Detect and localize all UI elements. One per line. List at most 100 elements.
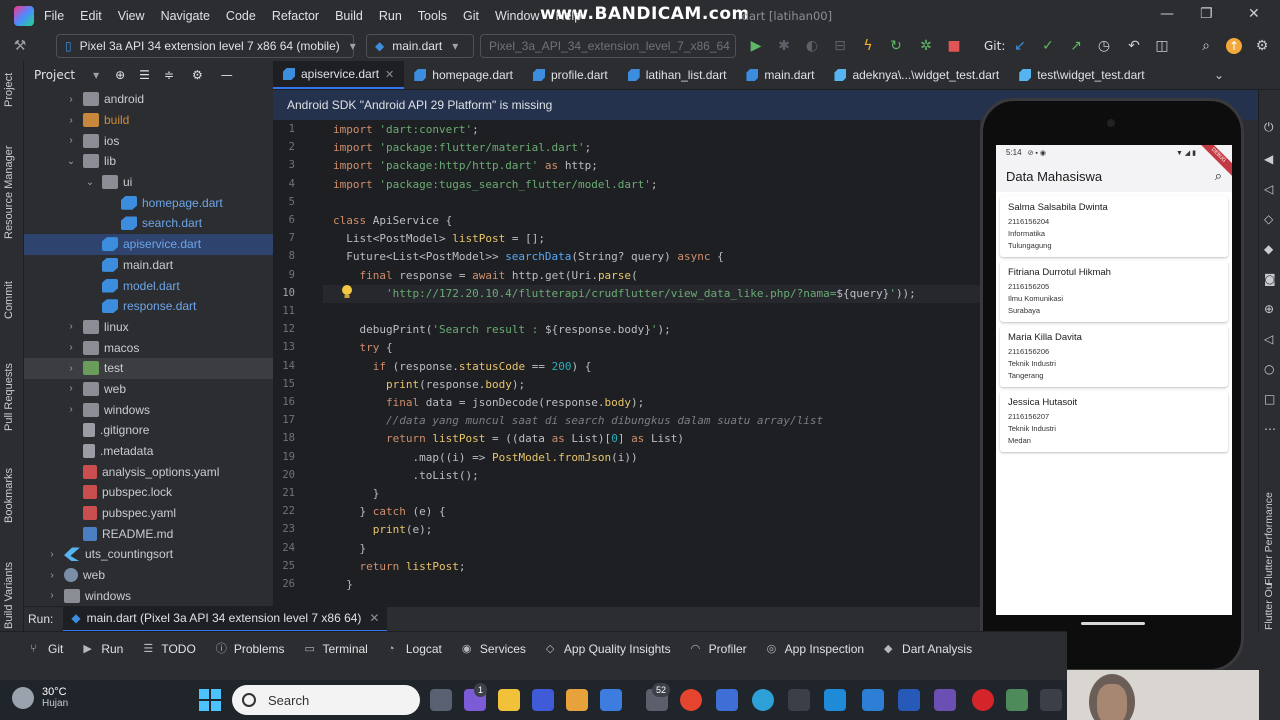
minimize-icon[interactable]: — [1160,6,1174,22]
tool-window-dart-analysis[interactable]: ◆ Dart Analysis [884,642,972,656]
tree-item[interactable]: search.dart [24,213,273,234]
taskbar-search[interactable]: Search [232,685,420,715]
tool-window-app-inspection[interactable]: ◎ App Inspection [767,642,864,656]
update-icon[interactable]: ↑ [1226,38,1242,54]
lightbulb-icon[interactable] [340,284,354,300]
attach-icon[interactable]: ⊟ [832,38,848,54]
windows-start-icon[interactable] [199,689,221,711]
search-icon[interactable]: ⌕ [1198,38,1214,54]
resource-manager-tool-tab[interactable]: Resource Manager [3,145,15,239]
tree-item[interactable]: › web [24,379,273,400]
close-tab-icon[interactable]: ✕ [385,68,394,81]
settings-icon[interactable]: ⚙ [192,68,203,82]
tree-item[interactable]: pubspec.yaml [24,503,273,524]
app-icon-2[interactable] [934,689,956,711]
home-icon[interactable]: ○ [1264,362,1274,376]
chevron-right-icon[interactable]: › [65,363,77,374]
run-config-selector[interactable]: ◆ main.dart ▾ [366,34,474,58]
tool-window-logcat[interactable]: ◔ Logcat [388,642,442,656]
menu-view[interactable]: View [118,9,145,23]
terminal-icon[interactable] [788,689,810,711]
zoom-icon[interactable]: ⊕ [1264,302,1274,316]
student-card[interactable]: Salma Salsabila Dwinta 2116156204 Informat… [1000,196,1228,257]
tool-window-run[interactable]: ▶ Run [83,642,123,656]
app-icon[interactable] [824,689,846,711]
rotate-left-icon[interactable]: ◇ [1264,212,1273,226]
menu-refactor[interactable]: Refactor [272,9,319,23]
menu-file[interactable]: File [44,9,64,23]
menu-window[interactable]: Window [495,9,539,23]
tree-item[interactable]: › linux [24,317,273,338]
search-icon[interactable]: ⌕ [1215,168,1222,184]
project-panel-title[interactable]: Project [34,68,75,82]
tool-window-services[interactable]: ◉ Services [462,642,526,656]
history-icon[interactable]: ◷ [1096,38,1112,54]
tree-item[interactable]: README.md [24,523,273,544]
tree-item[interactable]: › ios [24,130,273,151]
student-card[interactable]: Jessica Hutasoit 2116156207 Teknik Industr… [1000,391,1228,452]
tool-window-app-quality-insights[interactable]: ◇ App Quality Insights [546,642,671,656]
emulator-selector[interactable]: Pixel_3a_API_34_extension_level_7_x86_64 [480,34,736,58]
git-push-icon[interactable]: ↗ [1068,38,1084,54]
editor-tab[interactable]: homepage.dart [404,61,523,89]
hot-reload-icon[interactable]: ϟ [860,38,876,54]
tree-item[interactable]: › test [24,357,273,379]
chevron-right-icon[interactable]: › [65,383,77,394]
emulator-screen[interactable]: 5:14 ⊘ ▪ ◉ ▼ ◢ ▮ DEBUG Data Mahasiswa ⌕ … [996,145,1232,615]
chevron-right-icon[interactable]: › [65,404,77,415]
tool-window-problems[interactable]: ⓘ Problems [216,642,285,656]
bug-icon[interactable]: ✲ [918,38,934,54]
chevron-right-icon[interactable]: › [46,570,58,581]
tree-item[interactable]: › web [24,565,273,586]
tree-item[interactable]: .gitignore [24,420,273,441]
chevron-right-icon[interactable]: › [65,94,77,105]
chevron-right-icon[interactable]: › [46,549,58,560]
rollback-icon[interactable]: ↶ [1126,38,1142,54]
locate-icon[interactable]: ⊕ [115,68,125,82]
hide-icon[interactable]: — [221,68,233,82]
project-tool-tab[interactable]: Project [3,73,15,107]
tree-item[interactable]: ⌄ lib [24,151,273,172]
tool-window-profiler[interactable]: ◠ Profiler [691,642,747,656]
tree-item[interactable]: › android [24,89,273,110]
tree-item[interactable]: response.dart [24,296,273,317]
app-icon-3[interactable] [1040,689,1062,711]
menu-edit[interactable]: Edit [80,9,102,23]
editor-tab[interactable]: test\widget_test.dart [1009,61,1154,89]
run-tab[interactable]: ◆ main.dart (Pixel 3a API 34 extension l… [63,606,388,632]
chevron-down-icon[interactable]: ⌄ [65,156,77,167]
tool-window-terminal[interactable]: ▭ Terminal [305,642,368,656]
chevron-right-icon[interactable]: › [46,590,58,601]
settings-icon[interactable]: ⚙ [1254,38,1270,54]
menu-run[interactable]: Run [379,9,402,23]
hot-restart-icon[interactable]: ↻ [888,38,904,54]
volume-up-icon[interactable]: ◀ [1264,152,1273,166]
chrome-icon[interactable] [680,689,702,711]
word-icon[interactable] [898,689,920,711]
task-view-icon[interactable] [430,689,452,711]
tree-item[interactable]: › windows [24,586,273,607]
tree-item[interactable]: › build [24,110,273,131]
tree-item[interactable]: model.dart [24,275,273,296]
chevron-right-icon[interactable]: › [65,135,77,146]
rotate-right-icon[interactable]: ◆ [1264,242,1273,256]
git-commit-icon[interactable]: ✓ [1040,38,1056,54]
record-icon[interactable] [972,689,994,711]
close-icon[interactable]: ✕ [1248,6,1260,22]
back-icon[interactable]: ◁ [1264,332,1273,346]
bookmarks-tool-tab[interactable]: Bookmarks [3,468,15,523]
student-card[interactable]: Maria Killa Davita 2116156206 Teknik Indus… [1000,326,1228,387]
collapse-all-icon[interactable]: ☰ [139,68,150,82]
chevron-right-icon[interactable]: › [65,321,77,332]
menu-tools[interactable]: Tools [418,9,447,23]
file-explorer-icon[interactable] [498,689,520,711]
pull-requests-tool-tab[interactable]: Pull Requests [3,363,15,431]
build-variants-tool-tab[interactable]: Build Variants [3,562,15,629]
home-indicator[interactable] [1081,622,1145,625]
menu-code[interactable]: Code [226,9,256,23]
chevron-right-icon[interactable]: › [65,115,77,126]
tree-item[interactable]: homepage.dart [24,192,273,213]
overview-icon[interactable]: □ [1264,392,1275,406]
run-icon[interactable]: ▶ [748,38,764,54]
teams-icon[interactable] [532,689,554,711]
